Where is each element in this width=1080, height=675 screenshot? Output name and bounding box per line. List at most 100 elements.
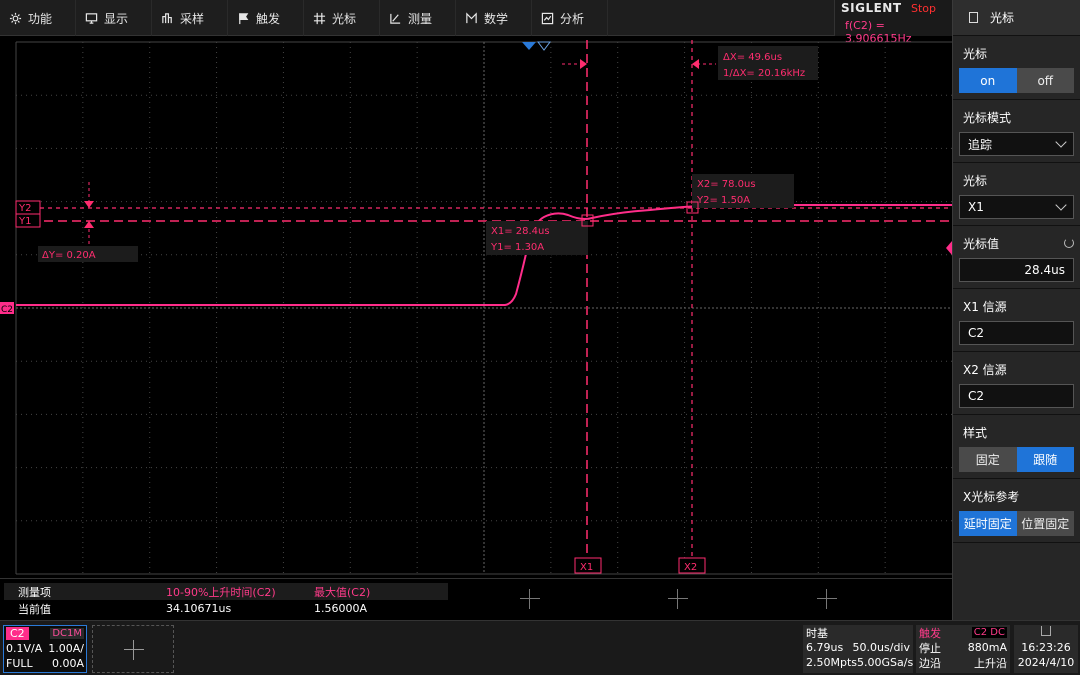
flag-icon xyxy=(236,11,250,25)
cursor-select-label: 光标 xyxy=(963,173,988,188)
x2-time-readout: X2= 78.0us xyxy=(697,179,756,190)
trigger-slope: 上升沿 xyxy=(974,656,1007,670)
x1-source-field[interactable]: C2 xyxy=(959,321,1074,345)
x2-source-label: X2 信源 xyxy=(963,362,1007,377)
menu-display[interactable]: 显示 xyxy=(76,0,152,36)
panel-header: 光标 xyxy=(953,0,1080,36)
style-fixed-button[interactable]: 固定 xyxy=(959,447,1017,472)
x2-source-field[interactable]: C2 xyxy=(959,384,1074,408)
cursor-mode-label: 光标模式 xyxy=(963,110,1012,125)
xref-delay-fixed-button[interactable]: 延时固定 xyxy=(959,511,1017,536)
y2-value-readout: Y2= 1.50A xyxy=(696,195,750,206)
channel-bandwidth: FULL xyxy=(6,657,33,670)
trigger-box[interactable]: 触发 C2 DC 停止 880mA 边沿 上升沿 xyxy=(916,625,1010,673)
measurement-value-row: 当前值 34.10671us 1.56000A xyxy=(4,600,448,617)
cursor-off-button[interactable]: off xyxy=(1016,68,1074,93)
cursor-value-input[interactable]: 28.4us xyxy=(959,258,1074,282)
y2-tag-label: Y2 xyxy=(18,203,31,214)
channel-c2-box[interactable]: C2 DC1M 0.1V/A 1.00A/ FULL 0.00A xyxy=(3,625,87,673)
math-icon xyxy=(464,11,478,25)
status-box: SIGLENT Stop f(C2) = 3.906615Hz xyxy=(834,0,952,45)
run-state[interactable]: Stop xyxy=(911,2,936,15)
menu-cursors[interactable]: 光标 xyxy=(304,0,380,36)
trigger-position-marker[interactable] xyxy=(522,42,536,50)
bottom-status-bar: C2 DC1M 0.1V/A 1.00A/ FULL 0.00A 时基 6.79… xyxy=(0,620,1080,675)
channel-scale: 0.1V/A xyxy=(6,642,43,655)
panel-title: 光标 xyxy=(990,11,1015,25)
document-icon xyxy=(969,12,978,23)
clock-time: 16:23:26 xyxy=(1021,641,1071,654)
style-group: 样式 固定 跟随 xyxy=(953,415,1080,479)
menu-label: 测量 xyxy=(408,11,433,26)
crosshair-icon xyxy=(312,11,326,25)
delta-x-readout: ΔX= 49.6us xyxy=(723,52,782,63)
add-measurement-icon[interactable] xyxy=(817,589,837,609)
timebase-memory-depth: 2.50Mpts xyxy=(806,656,858,669)
trigger-source: C2 DC xyxy=(971,627,1007,638)
measurement-header-cell[interactable]: 10-90%上升时间(C2) xyxy=(152,584,300,600)
measurement-header-cell[interactable]: 最大值(C2) xyxy=(300,584,448,600)
gear-icon xyxy=(8,11,22,25)
x-reference-group: X光标参考 延时固定 位置固定 xyxy=(953,479,1080,543)
monitor-icon xyxy=(84,11,98,25)
menu-math[interactable]: 数学 xyxy=(456,0,532,36)
cursor-panel: 光标 光标 on off 光标模式 追踪 光标 X1 光标值 28.4us X1… xyxy=(952,0,1080,620)
cursor-toggle-label: 光标 xyxy=(963,46,988,61)
menu-label: 触发 xyxy=(256,11,281,26)
sample-icon xyxy=(160,11,174,25)
add-measurement-icon[interactable] xyxy=(668,589,688,609)
menu-function[interactable]: 功能 xyxy=(0,0,76,36)
waveform-display[interactable]: C2 Y2 Y1 ΔY= 0.20A ΔX= 49.6us 1/ΔX= 20.1… xyxy=(0,36,952,578)
measurement-header-cell: 测量项 xyxy=(18,585,51,599)
measurement-value-cell: 1.56000A xyxy=(314,602,368,615)
menu-label: 分析 xyxy=(560,11,585,26)
plus-icon xyxy=(124,640,144,660)
timebase-scale: 50.0us/div xyxy=(852,641,910,654)
channel-probe: 1.00A/ xyxy=(48,642,84,655)
trigger-state: 停止 xyxy=(919,641,941,655)
add-channel-button[interactable] xyxy=(92,625,174,673)
trigger-level: 880mA xyxy=(967,641,1007,654)
ruler-icon xyxy=(388,11,402,25)
cursor-toggle-group: 光标 on off xyxy=(953,36,1080,100)
delta-x-arrows xyxy=(562,59,716,69)
timebase-sample-rate: 5.00GSa/s xyxy=(857,656,914,669)
style-follow-button[interactable]: 跟随 xyxy=(1016,447,1074,472)
menu-acquire[interactable]: 采样 xyxy=(152,0,228,36)
cursor-mode-value: 追踪 xyxy=(968,137,993,152)
cursor-select-group: 光标 X1 xyxy=(953,163,1080,226)
measurement-table: 测量项 10-90%上升时间(C2) 最大值(C2) 当前值 34.10671u… xyxy=(4,583,448,617)
cursor-select-value: X1 xyxy=(968,200,984,214)
chevron-down-icon xyxy=(1055,136,1067,148)
delta-y-readout: ΔY= 0.20A xyxy=(42,250,96,261)
brand-logo: SIGLENT xyxy=(841,1,902,15)
delta-y-arrows xyxy=(84,182,94,245)
measurement-bar: 测量项 10-90%上升时间(C2) 最大值(C2) 当前值 34.10671u… xyxy=(0,578,952,620)
cursor-value-group: 光标值 28.4us xyxy=(953,226,1080,289)
cursor-select[interactable]: X1 xyxy=(959,195,1074,219)
x1-tag-label: X1 xyxy=(580,562,593,573)
x2-tag-label: X2 xyxy=(684,562,697,573)
style-label: 样式 xyxy=(963,425,988,440)
cursor-on-button[interactable]: on xyxy=(959,68,1017,93)
xref-position-fixed-button[interactable]: 位置固定 xyxy=(1016,511,1074,536)
menu-analysis[interactable]: 分析 xyxy=(532,0,608,36)
network-icon xyxy=(1041,626,1051,636)
x1-source-value: C2 xyxy=(968,326,985,340)
timebase-box[interactable]: 时基 6.79us 50.0us/div 2.50Mpts 5.00GSa/s xyxy=(803,625,913,673)
channel-coupling: DC1M xyxy=(50,628,84,639)
trigger-type: 边沿 xyxy=(919,656,941,670)
timebase-delay: 6.79us xyxy=(806,641,844,654)
add-measurement-icon[interactable] xyxy=(520,589,540,609)
refresh-icon[interactable] xyxy=(1064,238,1074,248)
graticule xyxy=(15,41,952,575)
menu-label: 光标 xyxy=(332,11,357,26)
y1-value-readout: Y1= 1.30A xyxy=(490,242,544,253)
cursor-mode-select[interactable]: 追踪 xyxy=(959,132,1074,156)
trigger-title: 触发 xyxy=(919,626,941,640)
x1-time-readout: X1= 28.4us xyxy=(491,226,550,237)
cursor-value-label: 光标值 xyxy=(963,236,1000,251)
menu-measure[interactable]: 测量 xyxy=(380,0,456,36)
menu-trigger[interactable]: 触发 xyxy=(228,0,304,36)
clock-date: 2024/4/10 xyxy=(1017,656,1075,669)
